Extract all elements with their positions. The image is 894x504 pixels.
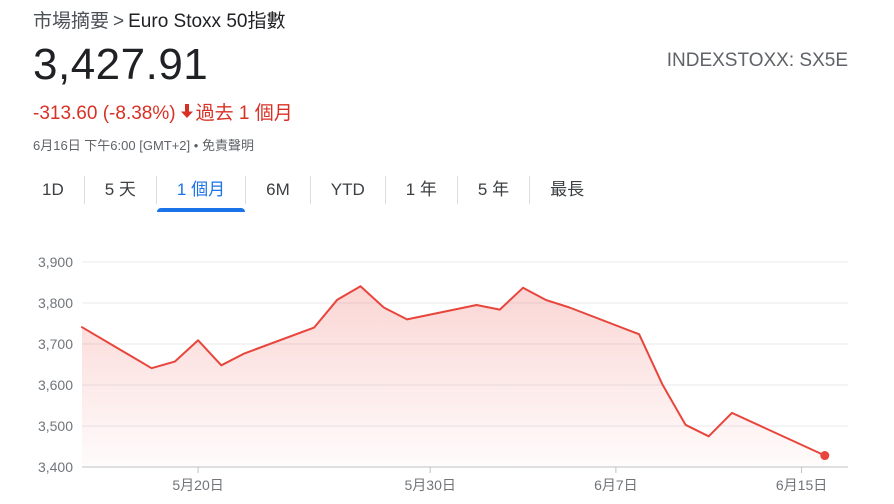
x-tick-label: 5月30日	[405, 477, 456, 493]
breadcrumb: 市場摘要 > Euro Stoxx 50指數	[33, 6, 285, 33]
price-chart[interactable]: 3,400 3,500 3,600 3,700 3,800 3,900 5月20日 5月30日…	[0, 240, 894, 504]
change-value: -313.60 (-8.38%)	[33, 103, 176, 124]
x-tick-label: 5月20日	[172, 477, 223, 493]
y-tick-label: 3,700	[38, 336, 73, 352]
timestamp-text: 6月16日 下午6:00 [GMT+2] •	[33, 138, 199, 153]
breadcrumb-root-link[interactable]: 市場摘要	[33, 11, 109, 32]
y-tick-label: 3,600	[38, 377, 73, 393]
arrow-down-icon	[180, 103, 194, 125]
y-tick-label: 3,900	[38, 254, 73, 270]
ticker-symbol: INDEXSTOXX: SX5E	[666, 50, 848, 71]
range-tabs: 1D 5 天 1 個月 6M YTD 1 年 5 年 最長	[22, 172, 604, 212]
y-tick-label: 3,400	[38, 459, 73, 475]
tab-6m[interactable]: 6M	[246, 172, 310, 208]
price-change: -313.60 (-8.38%) 過去 1 個月	[33, 98, 293, 125]
tab-ytd[interactable]: YTD	[311, 172, 385, 208]
timestamp: 6月16日 下午6:00 [GMT+2] • 免責聲明	[33, 135, 254, 154]
tab-5d[interactable]: 5 天	[85, 172, 156, 208]
tab-max[interactable]: 最長	[530, 172, 604, 208]
current-point-marker	[820, 451, 830, 461]
x-tick-label: 6月7日	[594, 477, 638, 493]
change-period: 過去 1 個月	[195, 103, 293, 124]
disclaimer-link[interactable]: 免責聲明	[202, 138, 254, 153]
y-tick-label: 3,800	[38, 295, 73, 311]
breadcrumb-current: Euro Stoxx 50指數	[128, 11, 286, 32]
tab-1y[interactable]: 1 年	[386, 172, 457, 208]
tab-1m[interactable]: 1 個月	[156, 172, 246, 212]
x-tick-label: 6月15日	[776, 477, 827, 493]
breadcrumb-separator: >	[113, 11, 125, 32]
tab-1d[interactable]: 1D	[22, 172, 84, 208]
y-tick-label: 3,500	[38, 418, 73, 434]
price-area-fill	[82, 286, 825, 467]
tab-5y[interactable]: 5 年	[458, 172, 529, 208]
current-price: 3,427.91	[33, 40, 209, 89]
